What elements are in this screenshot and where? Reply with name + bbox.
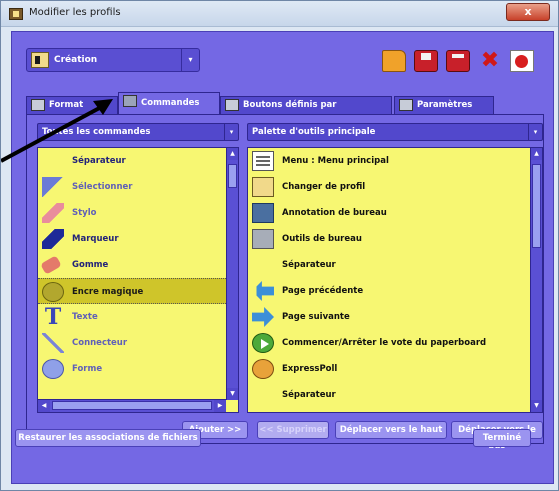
scroll-up-icon[interactable]: ▲ bbox=[531, 148, 542, 160]
tab-commandes[interactable]: Commandes bbox=[118, 92, 220, 114]
close-button[interactable]: x bbox=[506, 3, 550, 21]
move-up-button[interactable]: Déplacer vers le haut bbox=[335, 421, 447, 439]
app-icon bbox=[9, 8, 23, 20]
list-item[interactable]: Stylo bbox=[38, 200, 238, 226]
tab-label: Format bbox=[49, 100, 84, 110]
settings-icon bbox=[399, 99, 413, 111]
list-item[interactable]: Menu : Menu principal bbox=[248, 148, 542, 174]
previous-page-icon bbox=[252, 281, 274, 301]
restore-file-associations-button[interactable]: Restaurer les associations de fichiers bbox=[15, 429, 201, 447]
profile-icon bbox=[252, 177, 274, 197]
profile-dropdown[interactable]: Création ▾ bbox=[26, 48, 200, 72]
list-item[interactable]: Sélectionner bbox=[38, 174, 238, 200]
chevron-down-icon: ▾ bbox=[528, 124, 542, 140]
profiles-window: Modifier les profils x Création ▾ ✖ Form… bbox=[0, 0, 559, 491]
eraser-icon bbox=[40, 255, 62, 275]
list-item-selected[interactable]: Encre magique bbox=[38, 278, 238, 304]
all-commands-dropdown[interactable]: Toutes les commandes ▾ bbox=[37, 123, 239, 141]
tab-user-buttons[interactable]: Boutons définis par l'utilisateur bbox=[220, 96, 392, 126]
title-bar: Modifier les profils x bbox=[1, 1, 558, 27]
scroll-left-icon[interactable]: ◀ bbox=[38, 400, 50, 412]
desktop-tools-icon bbox=[252, 229, 274, 249]
palette-list: Menu : Menu principal Changer de profil … bbox=[247, 147, 543, 413]
list-item[interactable]: Gomme bbox=[38, 252, 238, 278]
list-item[interactable]: Marqueur bbox=[38, 226, 238, 252]
text-icon: T bbox=[44, 304, 62, 330]
left-list-horizontal-scrollbar[interactable]: ◀ ▶ bbox=[38, 399, 226, 412]
scroll-up-icon[interactable]: ▲ bbox=[227, 148, 238, 160]
chevron-down-icon: ▾ bbox=[224, 124, 238, 140]
save-icon[interactable] bbox=[414, 50, 438, 72]
pen-icon bbox=[42, 203, 64, 223]
list-item[interactable]: T Texte bbox=[38, 304, 238, 330]
list-item[interactable]: Forme bbox=[38, 356, 238, 382]
save-as-icon[interactable] bbox=[446, 50, 470, 72]
window-title: Modifier les profils bbox=[29, 7, 121, 18]
chevron-down-icon: ▾ bbox=[181, 49, 199, 71]
list-item[interactable]: Page précédente bbox=[248, 278, 542, 304]
shape-icon bbox=[42, 359, 64, 379]
list-item[interactable]: Séparateur bbox=[38, 148, 238, 174]
scroll-down-icon[interactable]: ▼ bbox=[227, 388, 238, 400]
menu-icon bbox=[252, 151, 274, 171]
profile-dropdown-value: Création bbox=[54, 55, 98, 65]
scroll-right-icon[interactable]: ▶ bbox=[214, 400, 226, 412]
commands-tab-body: Toutes les commandes ▾ Palette d'outils … bbox=[26, 114, 544, 451]
next-page-icon bbox=[252, 307, 274, 327]
palette-dropdown[interactable]: Palette d'outils principale ▾ bbox=[247, 123, 543, 141]
list-item[interactable]: Connecteur bbox=[38, 330, 238, 356]
all-commands-list: Séparateur Sélectionner Stylo Marqueur G… bbox=[37, 147, 239, 413]
list-item[interactable]: Commencer/Arrêter le vote du paperboard bbox=[248, 330, 542, 356]
reset-icon[interactable] bbox=[510, 50, 534, 72]
magic-ink-icon bbox=[42, 282, 64, 302]
marker-icon bbox=[42, 229, 64, 249]
open-folder-icon[interactable] bbox=[382, 50, 406, 72]
format-icon bbox=[31, 99, 45, 111]
palette-label: Palette d'outils principale bbox=[252, 127, 376, 137]
tab-parametres[interactable]: Paramètres bbox=[394, 96, 494, 114]
list-item[interactable]: Changer de profil bbox=[248, 174, 542, 200]
list-item[interactable]: Séparateur bbox=[248, 252, 542, 278]
list-item[interactable]: Séparateur bbox=[248, 382, 542, 408]
all-commands-label: Toutes les commandes bbox=[42, 127, 151, 137]
desktop-annotation-icon bbox=[252, 203, 274, 223]
tab-label: Paramètres bbox=[417, 100, 473, 110]
scroll-thumb[interactable] bbox=[228, 164, 237, 188]
remove-button[interactable]: << Supprimer bbox=[257, 421, 329, 439]
expresspoll-icon bbox=[252, 359, 274, 379]
cursor-icon bbox=[42, 177, 64, 197]
tools-icon bbox=[123, 95, 137, 107]
scroll-thumb[interactable] bbox=[52, 401, 212, 410]
list-item[interactable]: Annotation de bureau bbox=[248, 200, 542, 226]
list-item[interactable]: Outils de bureau bbox=[248, 226, 542, 252]
left-list-vertical-scrollbar[interactable]: ▲ ▼ bbox=[226, 148, 238, 400]
scroll-thumb[interactable] bbox=[532, 164, 541, 248]
main-panel: Création ▾ ✖ Format Commandes Boutons dé… bbox=[11, 31, 554, 484]
done-button[interactable]: Terminé bbox=[473, 429, 531, 447]
profile-icon bbox=[31, 52, 49, 68]
connector-icon bbox=[42, 333, 64, 353]
tab-format[interactable]: Format bbox=[26, 96, 118, 114]
vote-icon bbox=[252, 333, 274, 353]
user-button-icon bbox=[225, 99, 239, 111]
list-item[interactable]: Page suivante bbox=[248, 304, 542, 330]
right-list-vertical-scrollbar[interactable]: ▲ ▼ bbox=[530, 148, 542, 412]
list-item[interactable]: ExpressPoll bbox=[248, 356, 542, 382]
scroll-down-icon[interactable]: ▼ bbox=[531, 400, 542, 412]
delete-icon[interactable]: ✖ bbox=[478, 50, 502, 72]
tab-label: Commandes bbox=[141, 98, 200, 108]
